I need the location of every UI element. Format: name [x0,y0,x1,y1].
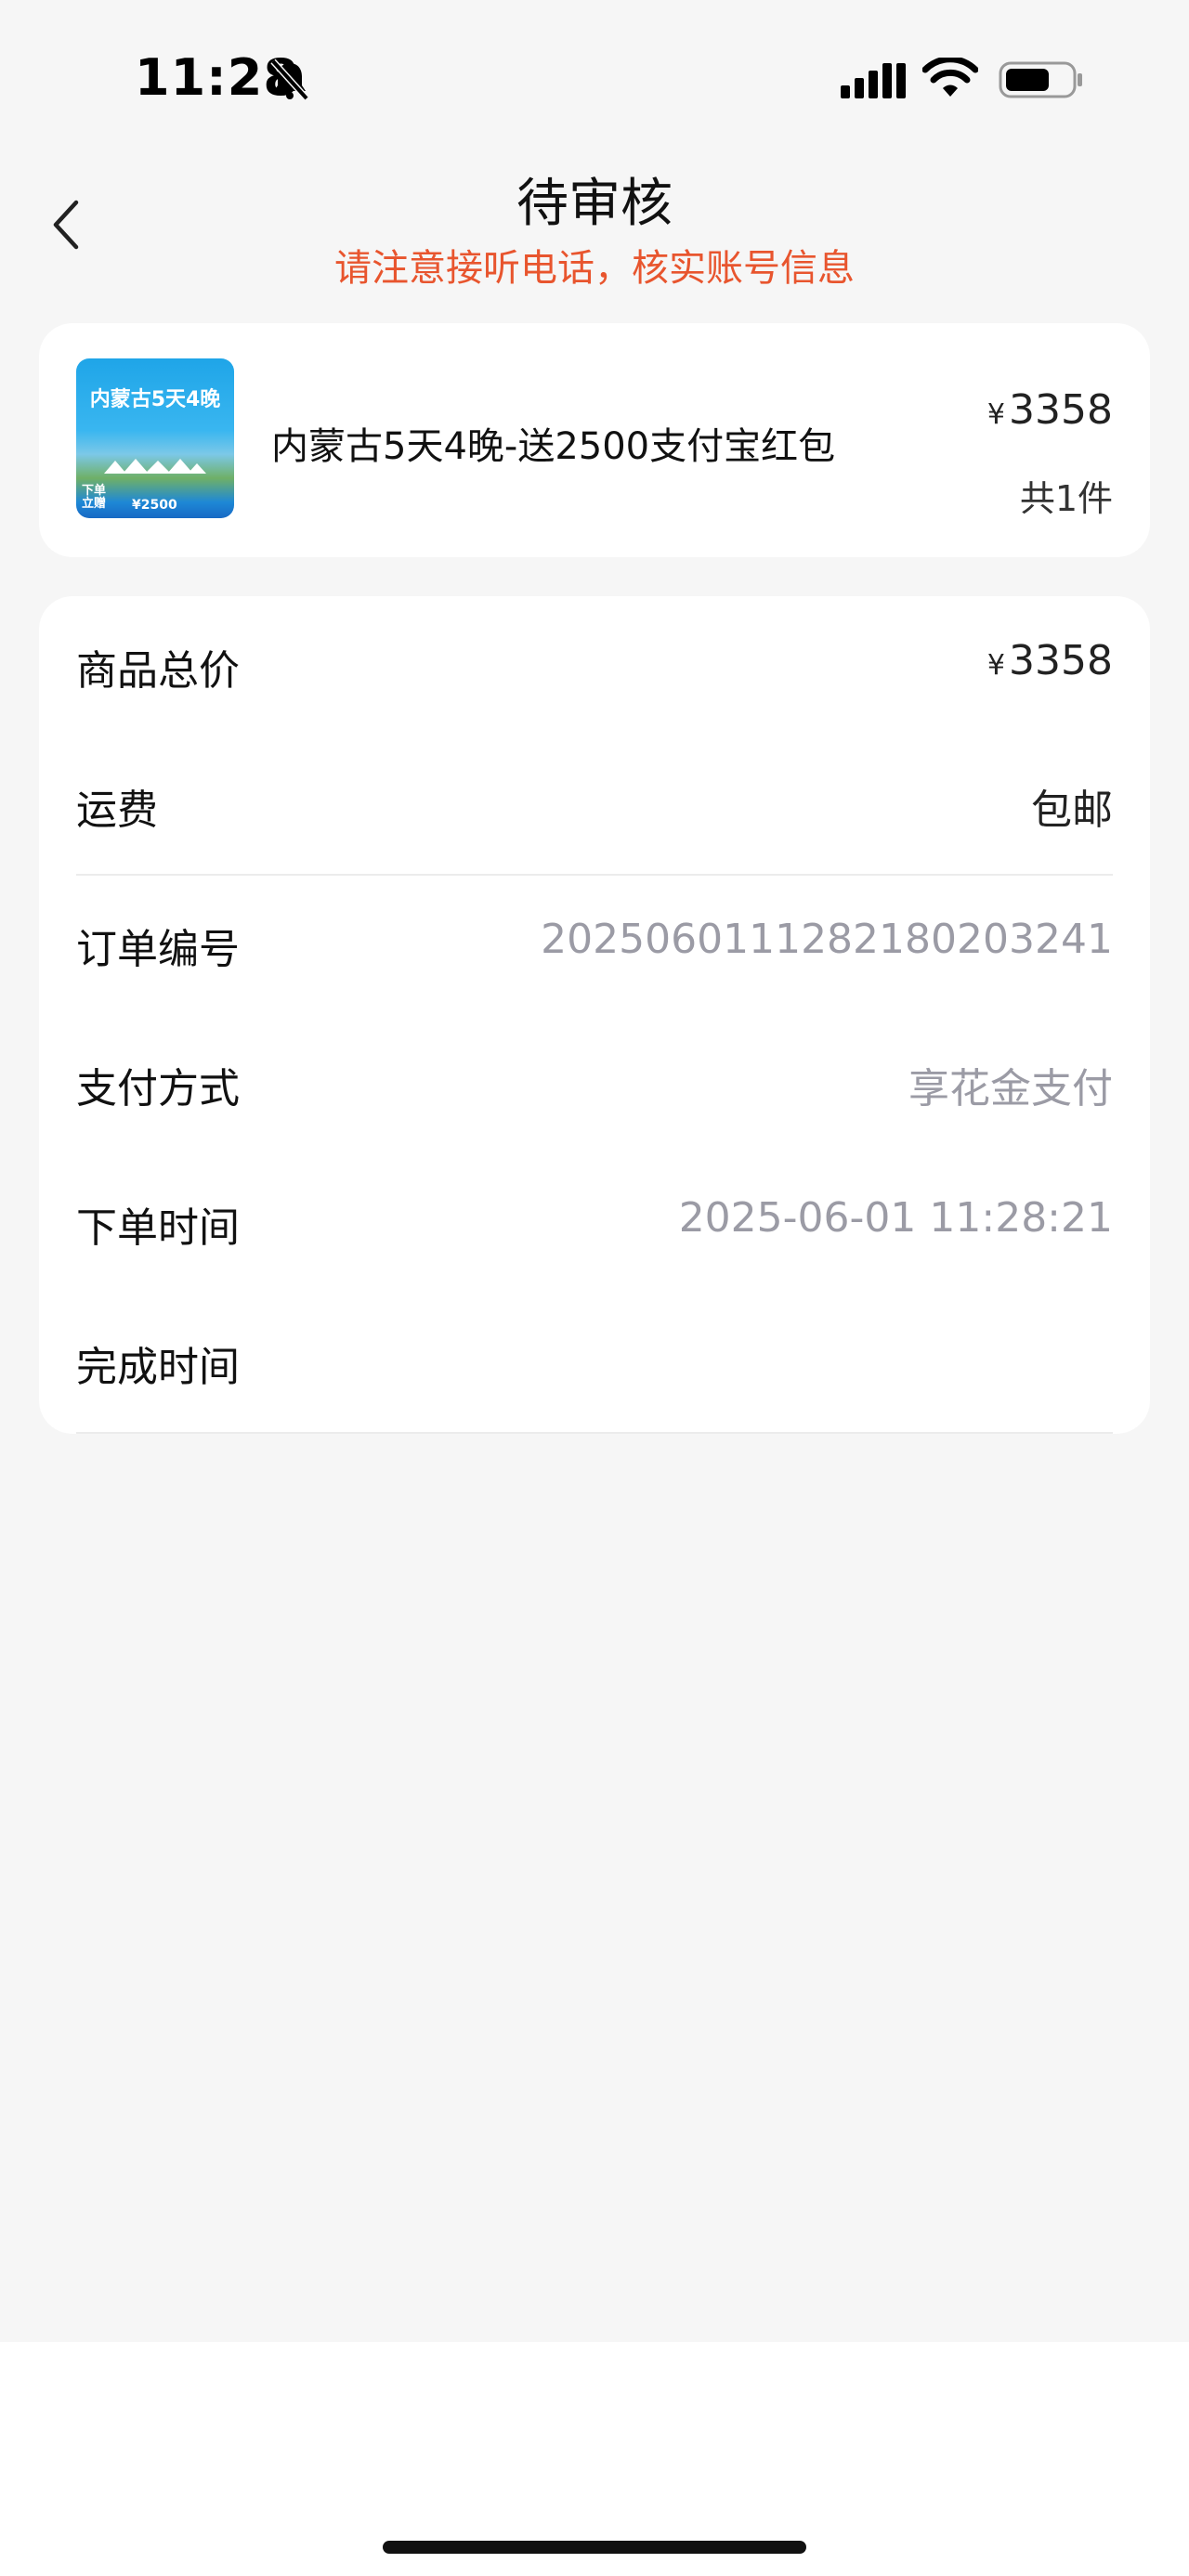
row-order-time: 下单时间 2025-06-01 11:28:21 [76,1153,1113,1293]
bottom-divider [76,1432,1113,1434]
row-shipping: 运费 包邮 [76,735,1113,875]
order-number-value[interactable]: 20250601112821802032​41 [541,916,1113,963]
thumbnail-badge: 下单 立赠 [82,484,107,511]
order-time-label: 下单时间 [76,1204,240,1252]
bell-muted-icon [270,59,309,101]
total-price-amount: 3358 [1009,637,1113,684]
row-payment-method: 支付方式 享花金支付 [76,1014,1113,1153]
product-thumbnail: 内蒙古5天4晚 下单 立赠 ¥2500 [76,358,234,518]
total-price-label: 商品总价 [76,647,240,695]
currency-symbol: ¥ [986,649,1006,682]
tents-illustration [104,459,206,474]
page-title: 待审核 [516,174,673,234]
page-header: 待审核 请注意接听电话，核实账号信息 [0,158,1189,290]
cellular-signal-icon [841,63,906,98]
thumbnail-price: ¥2500 [132,498,177,513]
shipping-label: 运费 [76,787,158,834]
currency-symbol: ¥ [986,398,1006,431]
payment-method-value: 享花金支付 [908,1065,1113,1112]
product-card[interactable]: 内蒙古5天4晚 下单 立赠 ¥2500 内蒙古5天4晚-送2500支付宝红包 ¥… [39,323,1150,557]
product-name: 内蒙古5天4晚-送2500支付宝红包 [271,425,836,468]
wifi-icon [922,58,978,97]
row-order-number[interactable]: 订单编号 20250601112821802032​41 [76,875,1113,1014]
product-price: ¥3358 [987,386,1113,434]
order-details-card: 商品总价 ¥3358 运费 包邮 订单编号 202506011128218020… [39,596,1150,1434]
status-bar: 11:28 [0,0,1189,158]
row-total-price: 商品总价 ¥3358 [76,596,1113,735]
complete-time-label: 完成时间 [76,1344,240,1391]
order-time-value: 2025-06-01 11:28:21 [678,1194,1113,1242]
product-quantity: 共1件 [1019,478,1113,519]
product-price-value: 3358 [1009,386,1113,434]
shipping-value: 包邮 [1031,787,1113,834]
thumbnail-title: 内蒙古5天4晚 [89,388,221,411]
total-price-value: ¥3358 [987,637,1113,684]
payment-method-label: 支付方式 [76,1065,240,1112]
battery-icon [999,61,1082,98]
home-indicator[interactable] [383,2541,806,2554]
row-complete-time: 完成时间 [76,1293,1113,1432]
order-number-label: 订单编号 [76,926,240,973]
status-notice: 请注意接听电话，核实账号信息 [334,247,855,290]
